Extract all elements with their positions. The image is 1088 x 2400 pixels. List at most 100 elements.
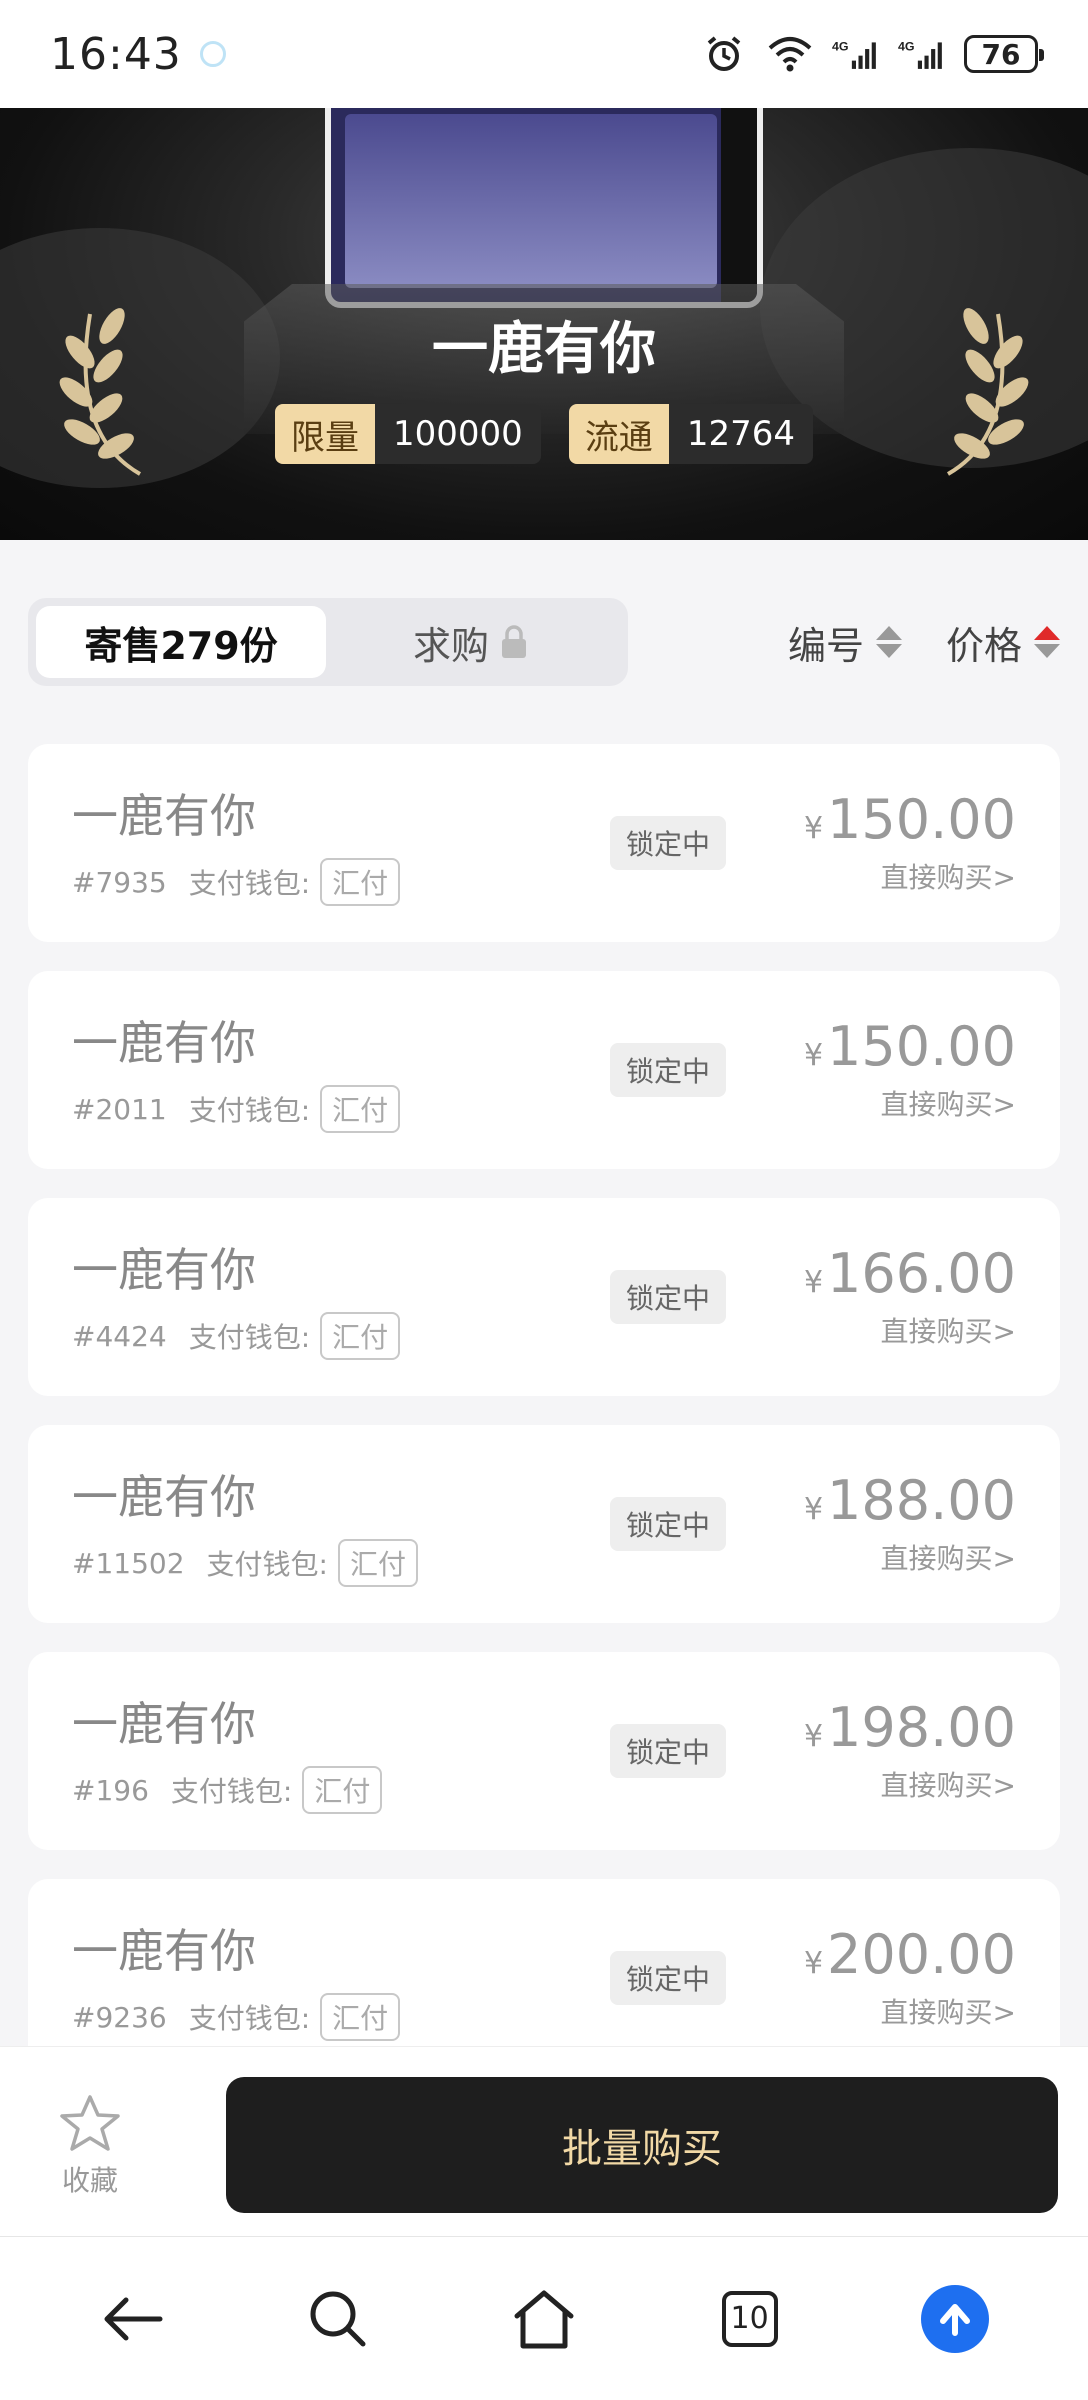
listing-card[interactable]: 一鹿有你 #196 支付钱包: 汇付 锁定中 ¥ 198.00 直接购买> bbox=[28, 1652, 1060, 1850]
wallet-label: 支付钱包: bbox=[188, 1094, 311, 1127]
stat-circulation: 流通 12764 bbox=[568, 404, 813, 464]
buy-now-link[interactable]: 直接购买> bbox=[881, 1991, 1016, 2031]
listing-number: #2011 bbox=[72, 1092, 167, 1126]
artwork-frame-edge bbox=[721, 108, 757, 302]
wallet-label: 支付钱包: bbox=[170, 1775, 293, 1808]
stat-limited: 限量 100000 bbox=[275, 404, 541, 464]
price-value: 198.00 bbox=[827, 1696, 1016, 1759]
currency-symbol: ¥ bbox=[803, 1946, 824, 1981]
status-badge: 锁定中 bbox=[610, 1497, 727, 1551]
svg-text:4G: 4G bbox=[898, 40, 915, 54]
upload-button[interactable] bbox=[915, 2279, 995, 2359]
bottom-action-bar: 收藏 批量购买 bbox=[0, 2046, 1088, 2236]
signal-4g-icon: 4G bbox=[832, 34, 880, 74]
alarm-icon bbox=[700, 34, 748, 74]
wallet-tag: 汇付 bbox=[302, 1766, 383, 1814]
price-value: 188.00 bbox=[827, 1469, 1016, 1532]
status-time-group: 16:43 bbox=[50, 29, 226, 80]
status-bar: 16:43 4G 4G 76 bbox=[0, 0, 1088, 108]
svg-text:4G: 4G bbox=[832, 40, 849, 54]
listing-meta: #196 支付钱包: 汇付 bbox=[72, 1766, 383, 1814]
star-icon bbox=[60, 2095, 120, 2151]
listing-price: ¥ 150.00 bbox=[804, 1015, 1016, 1078]
listing-price: ¥ 150.00 bbox=[804, 788, 1016, 851]
buy-now-link[interactable]: 直接购买> bbox=[881, 1764, 1016, 1804]
back-button[interactable] bbox=[93, 2279, 173, 2359]
status-icons: 4G 4G 76 bbox=[700, 34, 1044, 74]
buy-now-link[interactable]: 直接购买> bbox=[881, 1083, 1016, 1123]
artwork-image bbox=[345, 114, 717, 288]
status-badge: 锁定中 bbox=[610, 1951, 727, 2005]
wallet-label: 支付钱包: bbox=[188, 867, 311, 900]
search-icon bbox=[310, 2291, 366, 2346]
status-badge: 锁定中 bbox=[610, 1043, 727, 1097]
listing-price: ¥ 166.00 bbox=[804, 1242, 1016, 1305]
listing-meta: #7935 支付钱包: 汇付 bbox=[72, 858, 401, 906]
browser-nav-bar: 10 bbox=[0, 2236, 1088, 2400]
stat-value: 100000 bbox=[375, 404, 541, 464]
listing-number: #7935 bbox=[72, 865, 167, 899]
listing-card[interactable]: 一鹿有你 #2011 支付钱包: 汇付 锁定中 ¥ 150.00 直接购买> bbox=[28, 971, 1060, 1169]
listing-number: #196 bbox=[72, 1773, 149, 1807]
listing-meta: #4424 支付钱包: 汇付 bbox=[72, 1312, 401, 1360]
listing-list: 一鹿有你 #7935 支付钱包: 汇付 锁定中 ¥ 150.00 直接购买> 一… bbox=[28, 744, 1060, 2106]
tabs-icon: 10 bbox=[721, 2290, 778, 2347]
bulk-buy-button[interactable]: 批量购买 bbox=[226, 2077, 1058, 2213]
listing-number: #4424 bbox=[72, 1319, 167, 1353]
filter-bar: 寄售279份 求购 编号 价格 bbox=[28, 598, 1060, 686]
listing-price: ¥ 198.00 bbox=[804, 1696, 1016, 1759]
listing-number: #9236 bbox=[72, 2000, 167, 2034]
collection-title: 一鹿有你 bbox=[432, 317, 656, 382]
status-indicator-icon bbox=[199, 41, 226, 67]
listing-card[interactable]: 一鹿有你 #11502 支付钱包: 汇付 锁定中 ¥ 188.00 直接购买> bbox=[28, 1425, 1060, 1623]
price-value: 166.00 bbox=[827, 1242, 1016, 1305]
listing-card[interactable]: 一鹿有你 #4424 支付钱包: 汇付 锁定中 ¥ 166.00 直接购买> bbox=[28, 1198, 1060, 1396]
tab-wanted[interactable]: 求购 bbox=[326, 606, 616, 678]
wallet-label: 支付钱包: bbox=[188, 2002, 311, 2035]
sort-by-number[interactable]: 编号 bbox=[788, 615, 902, 670]
sort-controls: 编号 价格 bbox=[788, 615, 1060, 670]
status-time: 16:43 bbox=[50, 28, 182, 80]
listing-price: ¥ 188.00 bbox=[804, 1469, 1016, 1532]
listing-meta: #9236 支付钱包: 汇付 bbox=[72, 1993, 401, 2041]
listing-title: 一鹿有你 bbox=[72, 789, 256, 843]
buy-now-link[interactable]: 直接购买> bbox=[881, 856, 1016, 896]
price-value: 150.00 bbox=[827, 1015, 1016, 1078]
lock-icon bbox=[502, 625, 526, 658]
listing-card[interactable]: 一鹿有你 #7935 支付钱包: 汇付 锁定中 ¥ 150.00 直接购买> bbox=[28, 744, 1060, 942]
battery-icon: 76 bbox=[964, 35, 1044, 73]
currency-symbol: ¥ bbox=[803, 1038, 824, 1073]
tab-label: 求购 bbox=[412, 623, 489, 668]
wallet-tag: 汇付 bbox=[320, 858, 401, 906]
wallet-tag: 汇付 bbox=[320, 1993, 401, 2041]
favorite-label: 收藏 bbox=[61, 2164, 118, 2197]
wallet-tag: 汇付 bbox=[320, 1085, 401, 1133]
tabs-button[interactable]: 10 bbox=[710, 2279, 790, 2359]
back-icon bbox=[104, 2297, 163, 2340]
buy-now-link[interactable]: 直接购买> bbox=[881, 1537, 1016, 1577]
buy-now-link[interactable]: 直接购买> bbox=[881, 1310, 1016, 1350]
listing-price: ¥ 200.00 bbox=[804, 1923, 1016, 1986]
search-button[interactable] bbox=[298, 2279, 378, 2359]
status-badge: 锁定中 bbox=[610, 816, 727, 870]
home-icon bbox=[514, 2290, 574, 2348]
tab-label: 寄售279份 bbox=[84, 623, 278, 668]
listing-title: 一鹿有你 bbox=[72, 1924, 256, 1978]
home-button[interactable] bbox=[504, 2279, 584, 2359]
sort-label: 编号 bbox=[787, 623, 864, 668]
status-badge: 锁定中 bbox=[610, 1724, 727, 1778]
tab-consignment[interactable]: 寄售279份 bbox=[36, 606, 326, 678]
sort-arrows-icon bbox=[1034, 626, 1060, 658]
favorite-button[interactable]: 收藏 bbox=[50, 2093, 130, 2199]
sort-by-price[interactable]: 价格 bbox=[946, 615, 1060, 670]
listing-number: #11502 bbox=[72, 1546, 185, 1580]
sort-arrows-icon bbox=[875, 626, 902, 658]
currency-symbol: ¥ bbox=[803, 1265, 824, 1300]
price-value: 200.00 bbox=[827, 1923, 1016, 1986]
wallet-label: 支付钱包: bbox=[206, 1548, 328, 1581]
wallet-label: 支付钱包: bbox=[188, 1321, 311, 1354]
currency-symbol: ¥ bbox=[803, 811, 824, 846]
listing-title: 一鹿有你 bbox=[72, 1697, 256, 1751]
status-badge: 锁定中 bbox=[610, 1270, 727, 1324]
artwork-frame bbox=[325, 108, 763, 308]
